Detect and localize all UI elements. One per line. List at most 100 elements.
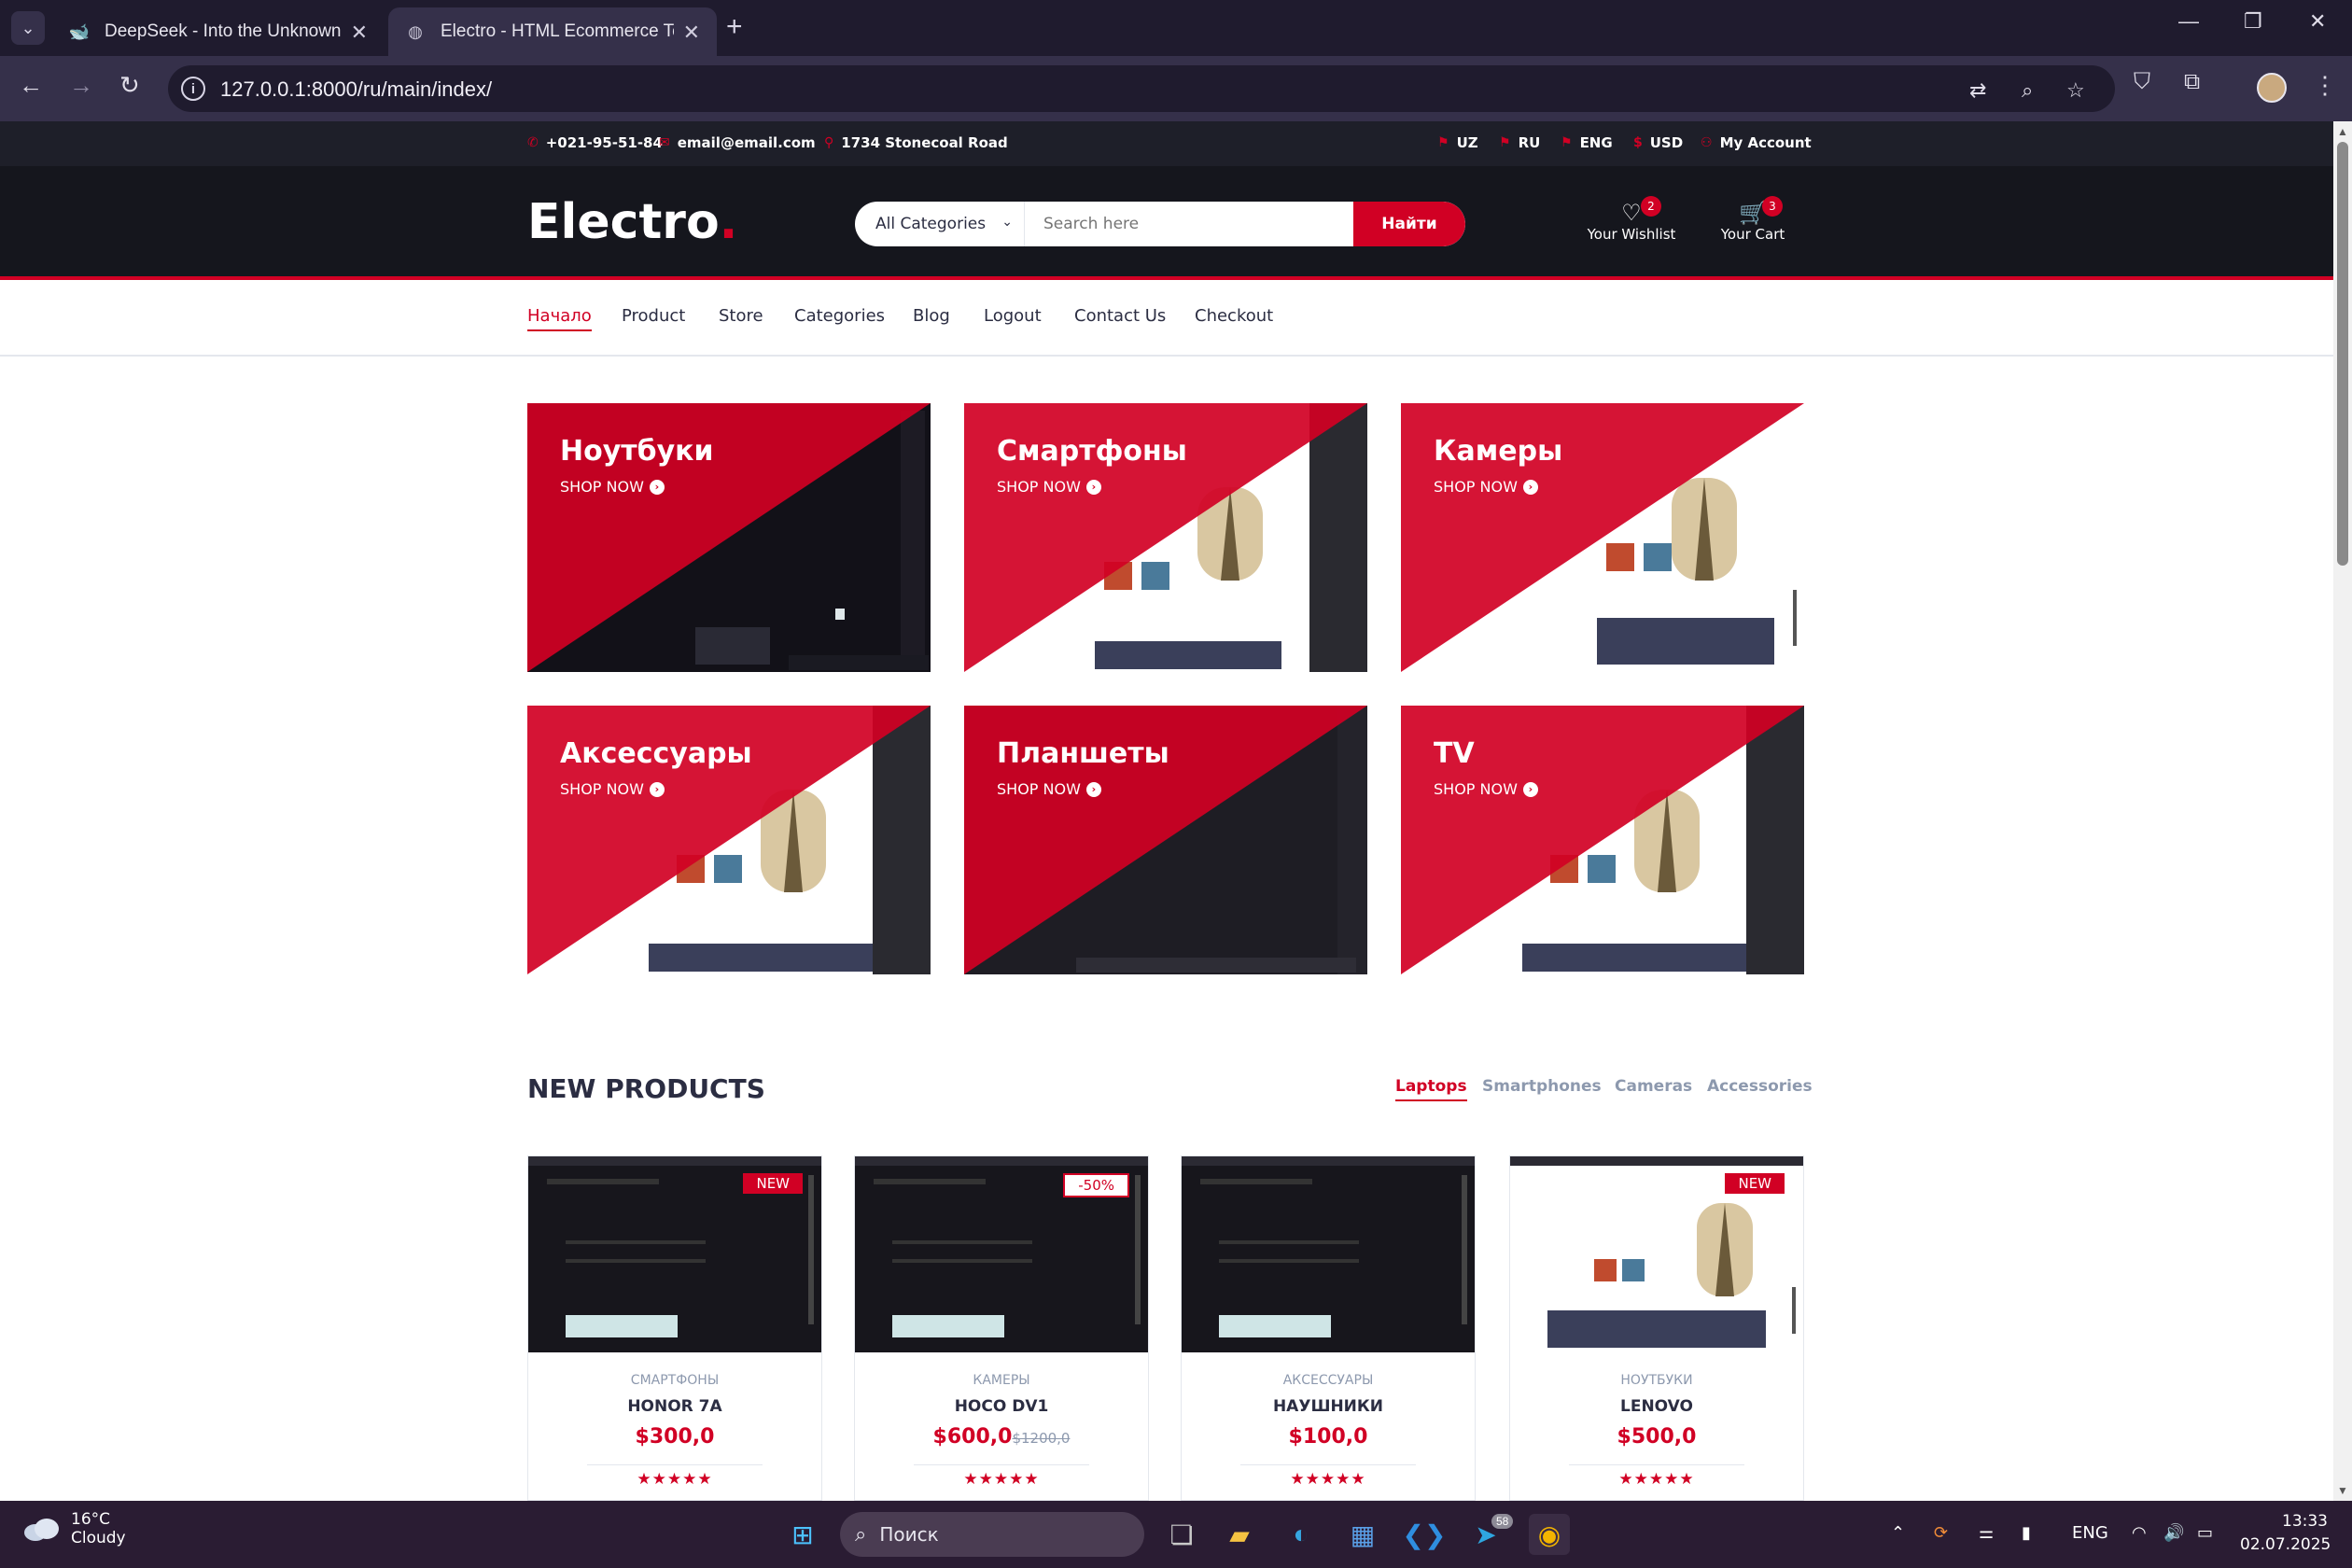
wishlist-link[interactable]: ♡ Your Wishlist 2 xyxy=(1575,196,1687,243)
lang-eng[interactable]: ⚑ ENG xyxy=(1561,134,1613,151)
input-language[interactable]: ENG xyxy=(2072,1523,2108,1543)
search-button[interactable]: Найти xyxy=(1353,202,1465,246)
close-window-button[interactable]: ✕ xyxy=(2309,9,2326,34)
site-info-icon[interactable]: i xyxy=(181,77,205,101)
shop-tile-accessories[interactable]: Аксессуары SHOP NOW › xyxy=(527,706,931,974)
scroll-up-arrow-icon[interactable]: ▲ xyxy=(2337,125,2348,138)
lang-label: UZ xyxy=(1456,134,1478,151)
shop-now-link[interactable]: SHOP NOW › xyxy=(997,780,1101,798)
product-name[interactable]: LENOVO xyxy=(1510,1397,1803,1416)
bookmark-star-icon[interactable]: ☆ xyxy=(2066,78,2085,103)
translate-icon[interactable]: ⇄ xyxy=(1969,78,1986,103)
shop-tile-tablets[interactable]: Планшеты SHOP NOW › xyxy=(964,706,1367,974)
category-select-value: All Categories xyxy=(875,215,987,233)
product-card[interactable]: NEW СМАРТФОНЫ HONOR 7A $300,0 ★★★★★ xyxy=(527,1155,822,1501)
section-title: NEW PRODUCTS xyxy=(527,1073,765,1104)
tab-accessories[interactable]: Accessories xyxy=(1707,1077,1813,1096)
new-tab-button[interactable]: + xyxy=(726,11,743,43)
my-account-link[interactable]: ⚇ My Account xyxy=(1701,134,1812,151)
product-image[interactable]: -50% xyxy=(855,1156,1148,1352)
phone-link[interactable]: ✆ +021-95-51-84 xyxy=(527,134,663,151)
tab-deepseek[interactable]: 🐋 DeepSeek - Into the Unknown ✕ xyxy=(52,7,385,56)
forward-button[interactable]: → xyxy=(69,71,93,100)
nav-logout[interactable]: Logout xyxy=(984,306,1042,326)
zoom-icon[interactable]: ⌕ xyxy=(2022,78,2033,103)
system-clock[interactable]: 13:33 02.07.2025 xyxy=(2240,1510,2331,1557)
tab-cameras[interactable]: Cameras xyxy=(1615,1077,1692,1096)
tab-laptops[interactable]: Laptops xyxy=(1395,1077,1467,1101)
lang-ru[interactable]: ⚑ RU xyxy=(1499,134,1540,151)
product-image[interactable]: NEW xyxy=(1510,1156,1803,1352)
file-explorer-icon[interactable]: ▰ xyxy=(1219,1514,1260,1555)
vscode-icon[interactable]: ❮❯ xyxy=(1403,1514,1447,1555)
close-tab-icon[interactable]: ✕ xyxy=(683,21,700,45)
minimize-button[interactable]: — xyxy=(2178,9,2199,34)
edge-icon[interactable]: ◐ xyxy=(1281,1514,1322,1555)
shop-now-link[interactable]: SHOP NOW › xyxy=(560,478,665,496)
reload-button[interactable]: ↻ xyxy=(119,71,140,100)
product-card[interactable]: NEW НОУТБУКИ LENOVO $500,0 ★★★★★ xyxy=(1509,1155,1804,1501)
task-view-icon[interactable]: ❏ xyxy=(1161,1514,1202,1555)
nav-blog[interactable]: Blog xyxy=(913,306,950,326)
product-image[interactable]: NEW xyxy=(528,1156,821,1352)
nav-home[interactable]: Начало xyxy=(527,306,592,331)
tab-electro[interactable]: ◍ Electro - HTML Ecommerce Template ✕ xyxy=(388,7,717,56)
taskbar-search[interactable]: ⌕ Поиск xyxy=(840,1512,1144,1557)
lang-uz[interactable]: ⚑ UZ xyxy=(1437,134,1478,151)
cart-link[interactable]: 🛒 Your Cart 3 xyxy=(1697,196,1809,243)
product-name[interactable]: HOCO DV1 xyxy=(855,1397,1148,1416)
nav-categories[interactable]: Categories xyxy=(794,306,885,326)
profile-avatar[interactable] xyxy=(2257,73,2287,103)
browser-tab-bar: ⌄ 🐋 DeepSeek - Into the Unknown ✕ ◍ Elec… xyxy=(0,0,2352,56)
nav-store[interactable]: Store xyxy=(719,306,763,326)
back-button[interactable]: ← xyxy=(19,71,43,100)
show-hidden-icons[interactable]: ⌃ xyxy=(1891,1523,1905,1543)
volume-icon[interactable]: 🔊 xyxy=(2163,1523,2184,1543)
site-logo[interactable]: Electro. xyxy=(527,194,737,250)
windows-start-icon[interactable]: ⊞ xyxy=(782,1514,823,1555)
product-name[interactable]: HONOR 7A xyxy=(528,1397,821,1416)
weather-widget[interactable]: 16°C Cloudy xyxy=(22,1510,126,1547)
main-navigation: Начало Product Store Categories Blog Log… xyxy=(0,284,2333,357)
product-name[interactable]: НАУШНИКИ xyxy=(1182,1397,1475,1416)
shop-now-link[interactable]: SHOP NOW › xyxy=(560,780,665,798)
network-bars-icon[interactable]: ▮ xyxy=(2022,1523,2031,1543)
page-scrollbar[interactable]: ▲ ▼ xyxy=(2333,121,2352,1501)
tab-smartphones[interactable]: Smartphones xyxy=(1482,1077,1602,1096)
battery-icon[interactable]: ▭ xyxy=(2197,1523,2213,1543)
scrollbar-thumb[interactable] xyxy=(2337,142,2348,566)
product-card[interactable]: -50% КАМЕРЫ HOCO DV1 $600,0$1200,0 ★★★★★ xyxy=(854,1155,1149,1501)
scroll-down-arrow-icon[interactable]: ▼ xyxy=(2337,1484,2348,1497)
tab-search-button[interactable]: ⌄ xyxy=(11,11,45,45)
shop-tile-laptops[interactable]: Ноутбуки SHOP NOW › xyxy=(527,403,931,672)
address-link[interactable]: ⚲ 1734 Stonecoal Road xyxy=(824,134,1008,151)
nav-checkout[interactable]: Checkout xyxy=(1195,306,1273,326)
sync-icon[interactable]: ⟳ xyxy=(1934,1523,1948,1543)
weather-condition: Cloudy xyxy=(71,1529,126,1547)
product-image[interactable] xyxy=(1182,1156,1475,1352)
restore-button[interactable]: ❐ xyxy=(2244,9,2262,34)
nav-product[interactable]: Product xyxy=(622,306,685,326)
shop-tile-smartphones[interactable]: Смартфоны SHOP NOW › xyxy=(964,403,1367,672)
shop-tile-cameras[interactable]: Камеры SHOP NOW › xyxy=(1401,403,1804,672)
extensions-puzzle-icon[interactable]: ⧉ xyxy=(2184,69,2200,95)
shop-now-link[interactable]: SHOP NOW › xyxy=(1434,478,1538,496)
close-tab-icon[interactable]: ✕ xyxy=(351,21,368,45)
nav-contact-us[interactable]: Contact Us xyxy=(1074,306,1166,326)
product-price: $600,0$1200,0 xyxy=(855,1425,1148,1449)
chrome-icon[interactable]: ◉ xyxy=(1529,1514,1570,1555)
microsoft-store-icon[interactable]: ▦ xyxy=(1342,1514,1383,1555)
wifi-icon[interactable]: ◠ xyxy=(2132,1523,2147,1543)
search-input[interactable] xyxy=(1027,202,1331,246)
shop-tile-tv[interactable]: TV SHOP NOW › xyxy=(1401,706,1804,974)
settings-sliders-icon[interactable]: ⚌ xyxy=(1979,1523,1994,1543)
browser-menu-icon[interactable]: ⋮ xyxy=(2313,71,2337,100)
product-card[interactable]: АКСЕССУАРЫ НАУШНИКИ $100,0 ★★★★★ xyxy=(1181,1155,1476,1501)
currency-link[interactable]: $ USD xyxy=(1633,134,1683,151)
shop-now-link[interactable]: SHOP NOW › xyxy=(1434,780,1538,798)
category-select[interactable]: All Categories ⌄ xyxy=(855,202,1025,246)
shop-now-link[interactable]: SHOP NOW › xyxy=(997,478,1101,496)
shield-extension-icon[interactable]: ⛉ xyxy=(2134,69,2150,95)
email-link[interactable]: ✉ email@email.com xyxy=(659,134,816,151)
address-bar[interactable]: i 127.0.0.1:8000/ru/main/index/ ⇄ ⌕ ☆ xyxy=(168,65,2115,112)
